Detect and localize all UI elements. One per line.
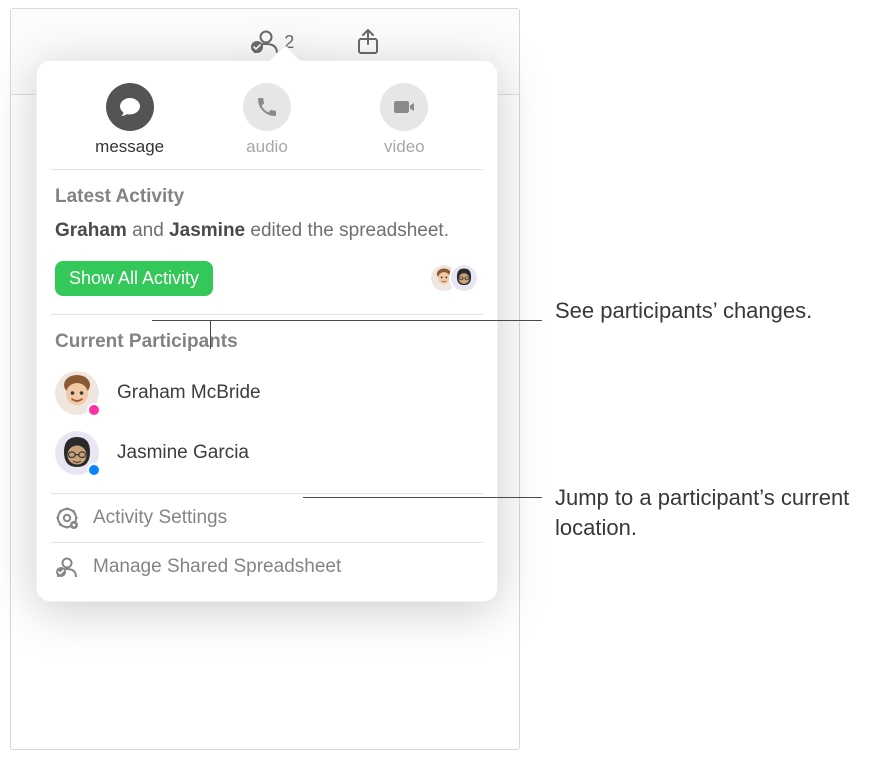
message-icon bbox=[118, 95, 142, 119]
activity-person-1: Graham bbox=[55, 220, 127, 241]
contact-video[interactable]: video bbox=[344, 83, 464, 157]
current-participants-header: Current Participants bbox=[55, 315, 479, 363]
phone-icon bbox=[255, 95, 279, 119]
activity-settings-row[interactable]: Activity Settings bbox=[55, 494, 479, 542]
collaboration-popover: message audio video Latest Activity Grah… bbox=[36, 60, 498, 602]
contact-message[interactable]: message bbox=[70, 83, 190, 157]
participant-row[interactable]: Graham McBride bbox=[55, 363, 479, 423]
contact-actions-row: message audio video bbox=[55, 75, 479, 169]
status-dot bbox=[87, 463, 101, 477]
avatar bbox=[55, 371, 99, 415]
latest-activity-text: Graham and Jasmine edited the spreadshee… bbox=[55, 218, 479, 261]
latest-activity-header: Latest Activity bbox=[55, 170, 479, 218]
video-icon bbox=[392, 95, 416, 119]
participant-row[interactable]: Jasmine Garcia bbox=[55, 423, 479, 483]
activity-person-2: Jasmine bbox=[169, 220, 245, 241]
callout-see-changes: See participants’ changes. bbox=[555, 296, 875, 326]
participant-name: Jasmine Garcia bbox=[117, 442, 249, 464]
contact-message-label: message bbox=[95, 137, 164, 157]
manage-shared-icon bbox=[55, 555, 79, 579]
contact-audio-label: audio bbox=[246, 137, 288, 157]
participant-name: Graham McBride bbox=[117, 382, 261, 404]
activity-avatars bbox=[439, 263, 479, 293]
manage-shared-label: Manage Shared Spreadsheet bbox=[93, 556, 341, 578]
share-icon bbox=[353, 28, 383, 56]
small-avatar-2 bbox=[449, 263, 479, 293]
gear-badge-icon bbox=[55, 506, 79, 530]
contact-video-label: video bbox=[384, 137, 425, 157]
show-all-activity-button[interactable]: Show All Activity bbox=[55, 261, 213, 296]
contact-audio[interactable]: audio bbox=[207, 83, 327, 157]
manage-shared-row[interactable]: Manage Shared Spreadsheet bbox=[55, 543, 479, 591]
callout-jump-location: Jump to a participant’s current location… bbox=[555, 483, 875, 542]
avatar bbox=[55, 431, 99, 475]
status-dot bbox=[87, 403, 101, 417]
activity-settings-label: Activity Settings bbox=[93, 507, 227, 529]
